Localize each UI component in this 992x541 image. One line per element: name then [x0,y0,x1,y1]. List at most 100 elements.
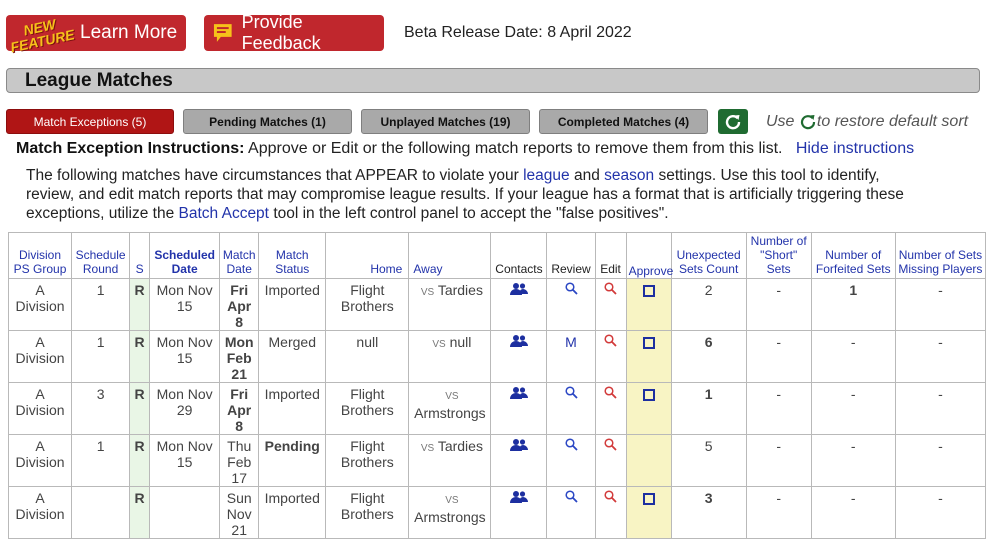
col-unexpected-sets[interactable]: Unexpected Sets Count [670,232,747,279]
cell-approve [625,382,672,435]
review-icon[interactable] [564,386,578,402]
col-short-sets[interactable]: Number of "Short" Sets [745,232,812,279]
cell-scheduled-date: Mon Nov 15 [149,434,221,487]
match-tabs: Match Exceptions (5) Pending Matches (1)… [6,109,968,134]
cell-approve [625,330,672,383]
approve-checkbox[interactable] [642,285,655,297]
home-team[interactable]: Flight Brothers [341,282,394,314]
cell-home: Flight Brothers [325,486,410,539]
review-icon[interactable] [564,438,578,454]
hide-instructions-link[interactable]: Hide instructions [796,140,914,157]
away-team[interactable]: Tardies [438,282,483,298]
learn-more-label: Learn More [80,22,178,43]
contacts-icon[interactable] [509,491,528,507]
table-row: A Division 1 R Mon Nov 15 Mon Feb 21 Merged nu… [7,330,987,383]
contacts-icon[interactable] [509,387,528,403]
home-team[interactable]: Flight Brothers [341,490,394,522]
approve-checkbox[interactable] [642,337,655,349]
table-header-row: Division PS Group Schedule Round S Sched… [7,232,987,279]
tab-unplayed-matches[interactable]: Unplayed Matches (19) [361,109,530,134]
col-match-status[interactable]: Match Status [258,232,327,279]
home-team[interactable]: null [356,334,378,350]
restore-sort-button[interactable] [718,109,748,134]
cell-missing-players: - [894,382,987,435]
cell-away: VS Tardies [408,278,492,331]
approve-checkbox[interactable] [642,389,655,401]
review-icon[interactable] [564,282,578,298]
cell-edit [594,486,627,539]
away-team[interactable]: Armstrongs [414,509,486,525]
cell-division: A Division [7,330,73,383]
away-team[interactable]: Tardies [438,438,483,454]
restore-note-prefix: Use [766,112,795,130]
cell-review [546,278,596,331]
cell-home: Flight Brothers [325,382,410,435]
review-icon[interactable] [564,490,578,506]
table-row: A Division 1 R Mon Nov 15 Fri Apr 8 Imported F… [7,278,987,331]
col-scheduled-date[interactable]: Scheduled Date [149,232,221,279]
cell-match-status: Imported [258,382,327,435]
cell-away: VS Tardies [408,434,492,487]
contacts-icon[interactable] [509,283,528,299]
cell-forfeited-sets: - [810,486,896,539]
col-home[interactable]: Home [325,232,410,279]
edit-icon[interactable] [604,282,617,298]
cell-division: A Division [7,382,73,435]
instructions-header: Match Exception Instructions: Approve or… [16,140,914,158]
approve-checkbox[interactable] [642,493,655,505]
col-forfeited-sets[interactable]: Number of Forfeited Sets [810,232,896,279]
batch-accept-link[interactable]: Batch Accept [179,205,269,222]
cell-edit [594,382,627,435]
cell-review [546,486,596,539]
cell-match-date: Fri Apr 8 [219,382,260,435]
cell-review: M [546,330,596,383]
cell-home: Flight Brothers [325,434,410,487]
provide-feedback-button[interactable]: Provide Feedback [204,12,384,53]
edit-icon[interactable] [604,334,617,350]
refresh-icon-inline [800,114,816,129]
cell-s: R [129,382,151,435]
cell-missing-players: - [894,486,987,539]
cell-short-sets: - [745,486,812,539]
cell-match-status: Merged [258,330,327,383]
contacts-icon[interactable] [509,335,528,351]
cell-short-sets: - [745,278,812,331]
review-merged-link[interactable]: M [565,334,577,350]
cell-away: VS Armstrongs [408,382,492,435]
cell-forfeited-sets: - [810,434,896,487]
edit-icon[interactable] [604,490,617,506]
col-match-date[interactable]: Match Date [219,232,260,279]
contacts-icon[interactable] [509,439,528,455]
cell-missing-players: - [894,278,987,331]
learn-more-button[interactable]: NEW FEATURE Learn More [6,15,186,55]
vs-label: VS [420,287,435,298]
season-link[interactable]: season [604,167,654,184]
edit-icon[interactable] [604,386,617,402]
cell-approve [625,434,672,487]
col-missing-players[interactable]: Number of Sets Missing Players [894,232,987,279]
instructions-title: Match Exception Instructions: [16,140,245,157]
away-team[interactable]: null [450,334,472,350]
col-division[interactable]: Division PS Group [7,232,73,279]
away-team[interactable]: Armstrongs [414,405,486,421]
edit-icon[interactable] [604,438,617,454]
cell-s: R [129,434,151,487]
refresh-icon [725,114,741,129]
instructions-body-1: The following matches have circumstances… [26,167,519,184]
col-approve[interactable]: Approve [625,232,673,279]
tab-match-exceptions[interactable]: Match Exceptions (5) [6,109,174,134]
col-s[interactable]: S [129,232,151,279]
league-link[interactable]: league [523,167,570,184]
feedback-icon [213,24,232,42]
vs-label: VS [445,391,459,402]
home-team[interactable]: Flight Brothers [341,386,394,418]
cell-scheduled-date [149,486,221,539]
cell-schedule-round [71,486,131,539]
tab-pending-matches[interactable]: Pending Matches (1) [183,109,352,134]
col-review: Review [546,232,596,279]
match-exceptions-table: Division PS Group Schedule Round S Sched… [7,232,987,539]
tab-completed-matches[interactable]: Completed Matches (4) [539,109,708,134]
col-away[interactable]: Away [408,232,492,279]
home-team[interactable]: Flight Brothers [341,438,394,470]
col-schedule-round[interactable]: Schedule Round [71,232,131,279]
